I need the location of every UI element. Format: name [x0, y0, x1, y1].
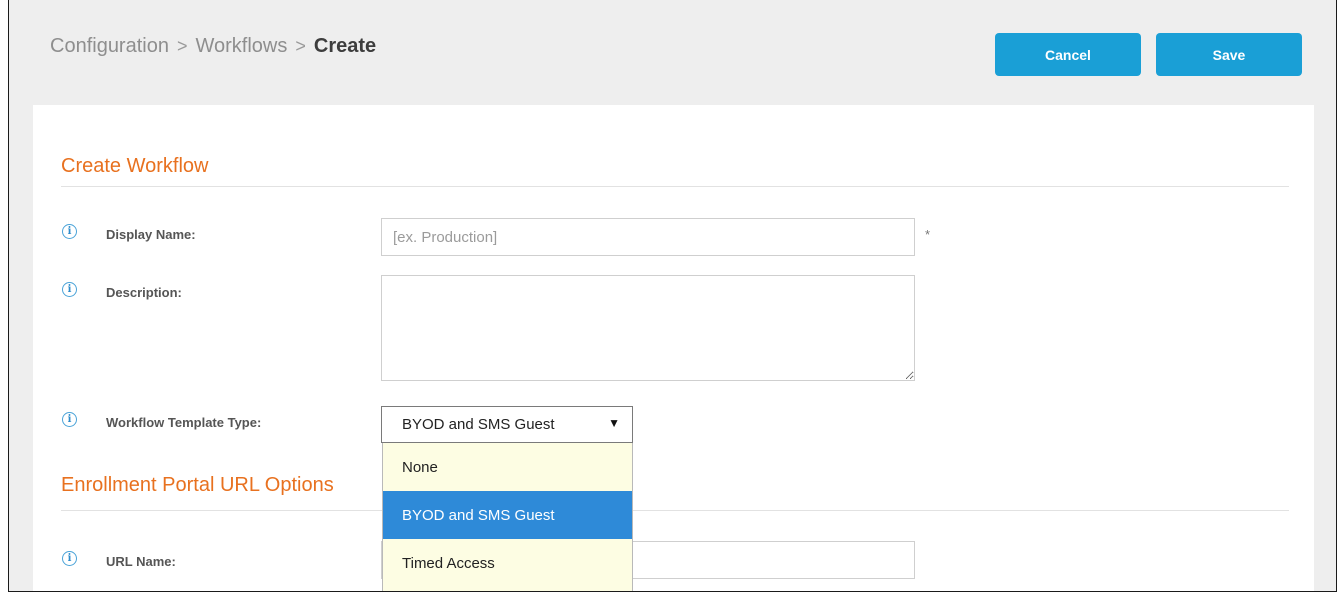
select-value: BYOD and SMS Guest	[402, 416, 555, 433]
breadcrumb-current: Create	[313, 35, 377, 57]
info-icon[interactable]: i	[62, 224, 77, 239]
info-icon[interactable]: i	[62, 412, 77, 427]
cancel-button[interactable]: Cancel	[995, 33, 1141, 76]
app-frame: Configuration > Workflows > Create Cance…	[8, 0, 1337, 592]
save-button[interactable]: Save	[1156, 33, 1302, 76]
info-icon[interactable]: i	[62, 282, 77, 297]
section-title-create-workflow: Create Workflow	[61, 155, 209, 177]
description-textarea[interactable]	[381, 275, 915, 381]
create-workflow-card: Create Workflow i Display Name: * i Desc…	[33, 105, 1314, 591]
description-label: Description:	[106, 285, 182, 300]
breadcrumb-separator: >	[176, 36, 188, 56]
caret-down-icon: ▼	[608, 416, 620, 430]
section-divider	[61, 186, 1289, 187]
required-mark: *	[925, 227, 931, 242]
workflow-template-type-select[interactable]: BYOD and SMS Guest ▼	[381, 406, 633, 443]
dropdown-option-byod-sms-guest[interactable]: BYOD and SMS Guest	[383, 491, 632, 539]
breadcrumb-item-configuration[interactable]: Configuration	[50, 35, 169, 58]
template-type-dropdown: None BYOD and SMS Guest Timed Access	[382, 443, 633, 591]
breadcrumb-item-workflows[interactable]: Workflows	[195, 35, 287, 58]
section-title-enrollment-portal: Enrollment Portal URL Options	[61, 474, 334, 496]
top-bar: Configuration > Workflows > Create Cance…	[9, 0, 1336, 104]
section-divider	[61, 510, 1289, 511]
display-name-input[interactable]	[381, 218, 915, 256]
breadcrumb: Configuration > Workflows > Create	[50, 35, 376, 58]
dropdown-option-none[interactable]: None	[383, 443, 632, 491]
dropdown-option-timed-access[interactable]: Timed Access	[383, 539, 632, 587]
url-name-label: URL Name:	[106, 554, 176, 569]
info-icon[interactable]: i	[62, 551, 77, 566]
display-name-label: Display Name:	[106, 227, 196, 242]
breadcrumb-separator: >	[295, 36, 306, 56]
workflow-template-type-label: Workflow Template Type:	[106, 415, 262, 430]
